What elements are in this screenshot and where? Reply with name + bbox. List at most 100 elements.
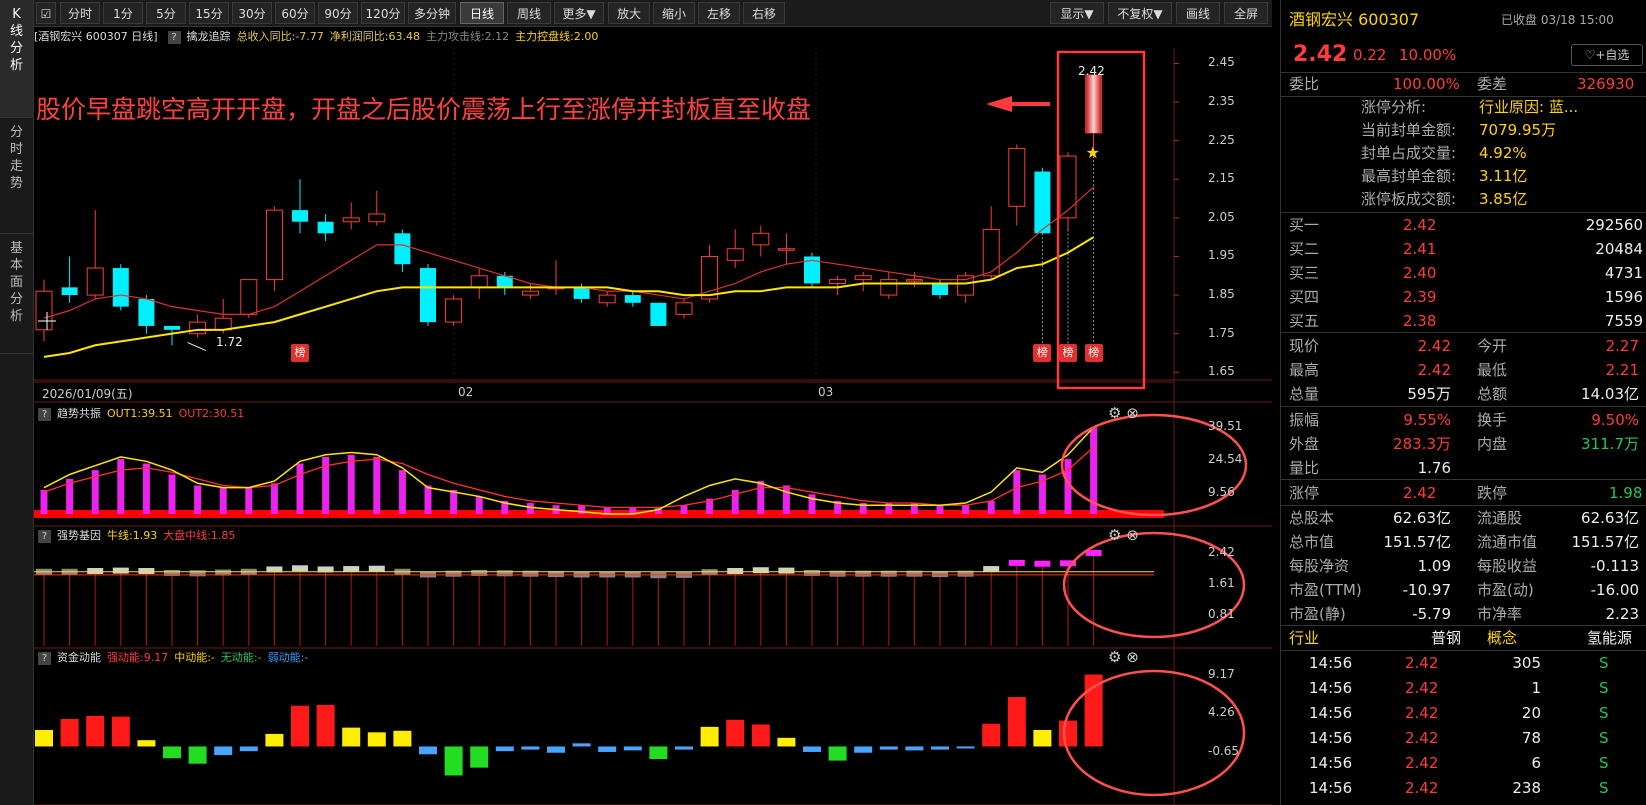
tick-price: 2.42 [1405, 704, 1439, 722]
candle[interactable] [1059, 152, 1077, 230]
period-button-15m[interactable]: 15分 [189, 2, 229, 24]
price-adjust-dropdown[interactable]: 不复权▼ [1108, 2, 1172, 24]
candle[interactable] [420, 264, 436, 326]
move-left-button[interactable]: 左移 [698, 2, 740, 24]
fundamental-row: 市盈(静) -5.79 市净率 2.23 [1281, 602, 1646, 626]
rank-badge[interactable]: 榜 [1033, 344, 1052, 362]
bid-label: 买一 [1289, 216, 1320, 234]
limit-up-label: 涨停 [1289, 484, 1320, 502]
gene-bar [778, 567, 795, 574]
period-button-30m[interactable]: 30分 [232, 2, 272, 24]
display-dropdown[interactable]: 显示▼ [1050, 2, 1104, 24]
limit-info-value: 3.85亿 [1479, 190, 1528, 208]
gear-icon[interactable]: ⚙ [1108, 404, 1121, 422]
concept-value[interactable]: 氢能源 [1587, 626, 1632, 650]
close-icon[interactable]: ⊗ [1126, 404, 1139, 422]
close-icon[interactable]: ⊗ [1126, 648, 1139, 666]
move-right-button[interactable]: 右移 [743, 2, 785, 24]
period-button-90m[interactable]: 90分 [318, 2, 358, 24]
indicator-value: 总收入同比:-7.77 [236, 30, 324, 43]
indicator-value: 无动能:- [220, 651, 262, 664]
bid-row[interactable]: 买四 2.39 1596 [1281, 285, 1646, 309]
industry-value[interactable]: 普钢 [1431, 626, 1461, 650]
trend-bar [168, 474, 176, 514]
bid-row[interactable]: 买三 2.40 4731 [1281, 261, 1646, 285]
gene-bar [112, 567, 129, 574]
help-icon[interactable]: ? [38, 408, 51, 421]
candle[interactable] [112, 264, 129, 311]
draw-line-button[interactable]: 画线 [1176, 2, 1220, 24]
tab-fundamentals[interactable]: 基 本 面 分 析 [0, 234, 33, 354]
help-icon[interactable]: ? [167, 31, 181, 44]
period-button-120m[interactable]: 120分 [361, 2, 405, 24]
tab-intraday[interactable]: 分 时 走 势 [0, 118, 33, 234]
pane-settings-icons: ⚙ ⊗ [1108, 648, 1139, 666]
tick-side: S [1599, 729, 1609, 747]
period-button-weekly[interactable]: 周线 [507, 2, 551, 24]
stat-value: 1.09 [1417, 557, 1451, 575]
add-watchlist-button[interactable]: ♡+自选 [1571, 44, 1643, 66]
limit-up-candle[interactable] [1085, 75, 1102, 133]
stat-label: 内盘 [1477, 435, 1508, 453]
candle[interactable] [1034, 167, 1051, 234]
trend-bar [936, 505, 944, 514]
candle[interactable] [804, 252, 820, 288]
help-icon[interactable]: ? [38, 652, 51, 665]
bid-label: 买三 [1289, 264, 1320, 282]
bid-row[interactable]: 买五 2.38 7559 [1281, 309, 1646, 333]
bid-row[interactable]: 买一 2.42 292560 [1281, 213, 1646, 237]
trend-bar [1013, 470, 1021, 514]
checkbox-icon[interactable]: ☑ [36, 2, 56, 24]
fullscreen-button[interactable]: 全屏 [1224, 2, 1268, 24]
period-button-daily[interactable]: 日线 [460, 2, 504, 24]
limit-info-value: 行业原因: 蓝... [1479, 98, 1579, 116]
rank-badge[interactable]: 榜 [1084, 344, 1103, 362]
period-button-60m[interactable]: 60分 [275, 2, 315, 24]
money-bar [137, 740, 156, 747]
tick-time: 14:56 [1309, 654, 1353, 672]
zoom-in-button[interactable]: 放大 [608, 2, 650, 24]
bid-row[interactable]: 买二 2.41 20484 [1281, 237, 1646, 261]
chart-area[interactable]: ★ [酒钢宏兴 600307 日线]? 擒龙追踪 总收入同比:-7.77 净利润同比:… [34, 28, 1272, 805]
indicator-name[interactable]: 擒龙追踪 [187, 30, 231, 43]
rank-badge[interactable]: 榜 [291, 344, 309, 362]
pane-title[interactable]: 资金动能 [57, 651, 101, 664]
tick-volume: 20 [1521, 704, 1541, 722]
help-icon[interactable]: ? [38, 530, 51, 543]
period-button-intraday[interactable]: 分时 [60, 2, 100, 24]
candle[interactable] [650, 302, 667, 326]
period-button-5m[interactable]: 5分 [146, 2, 186, 24]
close-icon[interactable]: ⊗ [1126, 526, 1139, 544]
fundamental-row: 总市值 151.57亿 流通市值 151.57亿 [1281, 530, 1646, 554]
weicha-label: 委差 [1477, 75, 1508, 93]
candle[interactable] [445, 295, 463, 326]
bid-label: 买五 [1289, 312, 1320, 330]
tab-kline-analysis[interactable]: K 线 分 析 [0, 0, 33, 118]
tick-price: 2.42 [1405, 754, 1439, 772]
y-tick-label: 1.61 [1208, 576, 1235, 591]
period-button-multi-minute[interactable]: 多分钟 [408, 2, 456, 24]
y-tick-label: 24.54 [1208, 452, 1243, 467]
money-bar [777, 737, 796, 747]
bid-price: 2.41 [1403, 240, 1437, 258]
gear-icon[interactable]: ⚙ [1108, 648, 1121, 666]
money-bar [854, 746, 873, 753]
stat-value: 2.21 [1605, 361, 1639, 379]
pane-title[interactable]: 趋势共振 [57, 407, 101, 420]
gear-icon[interactable]: ⚙ [1108, 526, 1121, 544]
money-bar [265, 733, 284, 747]
tick-row: 14:56 2.42 305 S [1281, 651, 1646, 675]
star-icon[interactable]: ★ [1086, 143, 1100, 162]
zoom-out-button[interactable]: 缩小 [653, 2, 695, 24]
gene-bar [983, 566, 1000, 573]
money-bar [495, 746, 514, 752]
rank-badge[interactable]: 榜 [1059, 344, 1077, 362]
more-periods-dropdown[interactable]: 更多▼ [554, 2, 604, 24]
trend-bar [142, 463, 150, 514]
stat-label: 每股净资 [1289, 557, 1350, 575]
candle[interactable] [265, 206, 283, 292]
pane-title[interactable]: 强势基因 [57, 529, 101, 542]
period-button-1m[interactable]: 1分 [103, 2, 143, 24]
money-bar [35, 729, 53, 747]
gene-bar [496, 570, 513, 577]
